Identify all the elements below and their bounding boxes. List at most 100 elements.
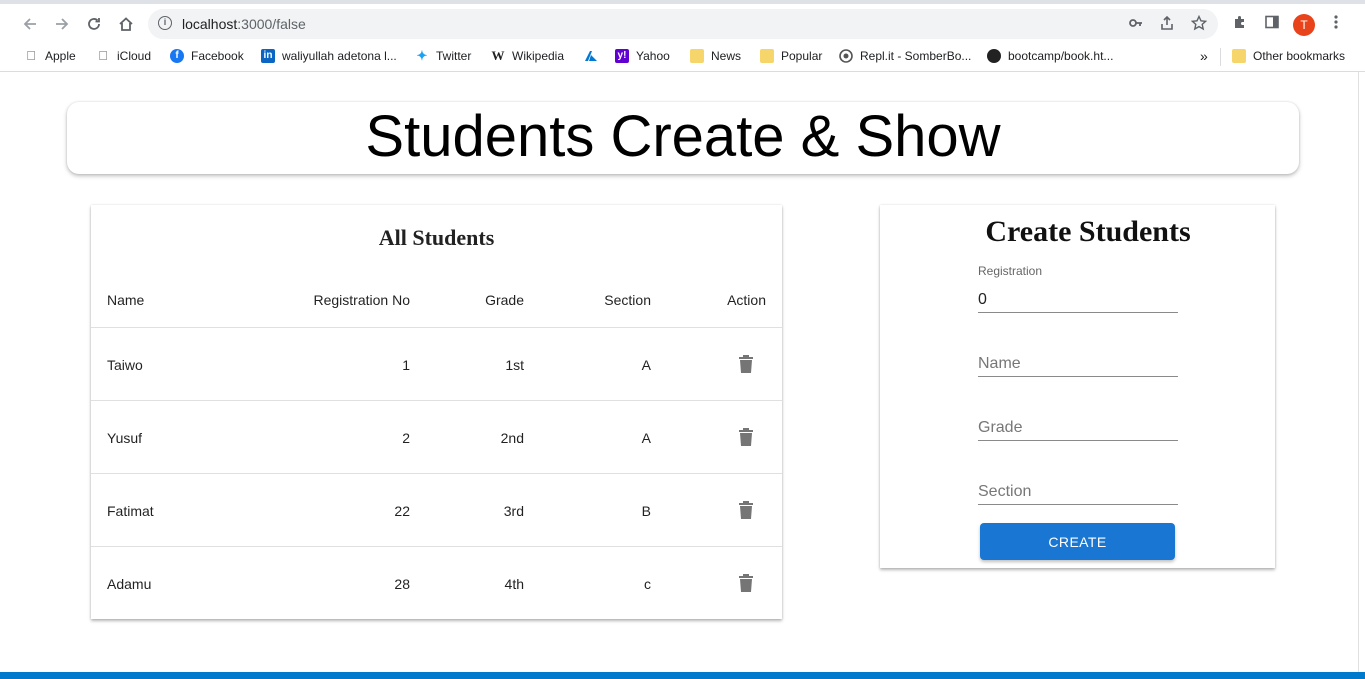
folder-icon xyxy=(760,49,774,63)
bookmark-azure[interactable] xyxy=(584,46,605,66)
back-arrow-icon[interactable] xyxy=(18,12,42,36)
bookmark-yahoo[interactable]: y! Yahoo xyxy=(615,46,670,66)
key-icon[interactable] xyxy=(1127,15,1145,33)
bookmark-label: News xyxy=(711,49,742,63)
facebook-icon: f xyxy=(170,49,184,63)
header-divider xyxy=(91,327,782,328)
bookmark-label: Wikipedia xyxy=(512,49,565,63)
cell-name: Yusuf xyxy=(107,430,143,446)
cell-grade: 3rd xyxy=(503,503,524,519)
folder-icon xyxy=(690,49,704,63)
cell-section: c xyxy=(644,576,651,592)
column-header-action: Action xyxy=(727,292,766,308)
form-title: Create Students xyxy=(985,215,1191,248)
bookmarks-overflow-button[interactable]: » xyxy=(1200,46,1208,66)
cell-section: A xyxy=(641,430,651,446)
create-student-card: Create Students Registration CREATE xyxy=(880,205,1275,568)
registration-field: Registration xyxy=(978,264,1178,313)
site-info-icon[interactable]: i xyxy=(158,16,172,30)
header-card: Students Create & Show xyxy=(67,102,1299,174)
forward-arrow-icon[interactable] xyxy=(50,12,74,36)
cell-grade: 4th xyxy=(504,576,524,592)
side-panel-icon[interactable] xyxy=(1262,14,1282,34)
row-divider xyxy=(91,546,782,547)
github-icon xyxy=(987,49,1001,63)
section-input[interactable] xyxy=(978,480,1178,504)
bookmark-twitter[interactable]: ✦ Twitter xyxy=(415,46,471,66)
bookmark-facebook[interactable]: f Facebook xyxy=(170,46,244,66)
cell-name: Taiwo xyxy=(107,357,143,373)
share-icon[interactable] xyxy=(1158,15,1176,33)
bookmark-news[interactable]: News xyxy=(690,46,741,66)
registration-input[interactable] xyxy=(978,288,1178,312)
bookmark-github[interactable]: bootcamp/book.ht... xyxy=(987,46,1113,66)
column-header-name: Name xyxy=(107,292,145,308)
star-icon[interactable] xyxy=(1190,14,1208,33)
create-button[interactable]: CREATE xyxy=(980,523,1175,560)
url-host: localhost xyxy=(182,16,238,32)
bookmark-linkedin[interactable]: in waliyullah adetona l... xyxy=(261,46,397,66)
delete-trash-icon[interactable] xyxy=(738,427,754,447)
cell-name: Adamu xyxy=(107,576,152,592)
grade-input[interactable] xyxy=(978,416,1178,440)
cell-grade: 1st xyxy=(505,357,524,373)
cell-name: Fatimat xyxy=(107,503,154,519)
bookmark-apple[interactable]:  Apple xyxy=(24,46,76,66)
bookmark-label: bootcamp/book.ht... xyxy=(1008,49,1114,63)
address-bar[interactable]: i localhost:3000/false xyxy=(148,9,1218,39)
home-icon[interactable] xyxy=(114,12,138,36)
bookmark-wikipedia[interactable]: W Wikipedia xyxy=(491,46,564,66)
bookmark-label: Apple xyxy=(45,49,76,63)
cell-registration: 2 xyxy=(402,430,410,446)
bookmark-label: waliyullah adetona l... xyxy=(282,49,397,63)
cell-registration: 1 xyxy=(402,357,410,373)
menu-dots-icon[interactable] xyxy=(1326,14,1346,34)
column-header-section: Section xyxy=(604,292,651,308)
row-divider xyxy=(91,400,782,401)
registration-label: Registration xyxy=(978,264,1043,278)
browser-toolbar: i localhost:3000/false T xyxy=(0,0,1365,42)
editor-status-bar xyxy=(0,672,1365,679)
bookmark-popular[interactable]: Popular xyxy=(760,46,822,66)
cell-section: A xyxy=(641,357,651,373)
azure-icon xyxy=(584,49,598,63)
apple-icon:  xyxy=(96,49,110,63)
grade-field xyxy=(978,416,1178,441)
extensions-icon[interactable] xyxy=(1230,14,1250,34)
folder-icon xyxy=(1232,49,1246,63)
url-text[interactable]: localhost:3000/false xyxy=(182,16,306,32)
name-input[interactable] xyxy=(978,352,1178,376)
yahoo-icon: y! xyxy=(615,49,629,63)
browser-chrome: i localhost:3000/false T  Apple  iCloud … xyxy=(0,0,1365,72)
bookmark-label: Twitter xyxy=(436,49,472,63)
bookmark-label: iCloud xyxy=(117,49,152,63)
table-title: All Students xyxy=(378,225,495,250)
wikipedia-icon: W xyxy=(491,48,505,63)
bookmark-replit[interactable]: Repl.it - SomberBo... xyxy=(839,46,971,66)
bookmark-label: Other bookmarks xyxy=(1253,49,1346,63)
url-path: :3000/false xyxy=(237,16,306,32)
row-divider xyxy=(91,473,782,474)
profile-avatar[interactable]: T xyxy=(1293,14,1315,36)
column-header-registration: Registration No xyxy=(313,292,411,308)
column-header-grade: Grade xyxy=(485,292,524,308)
bookmarks-bar:  Apple  iCloud f Facebook in waliyullah ad… xyxy=(0,42,1365,72)
bookmark-other[interactable]: Other bookmarks xyxy=(1232,46,1345,66)
apple-icon:  xyxy=(24,49,38,63)
bookmark-label: Repl.it - SomberBo... xyxy=(860,49,972,63)
students-table-card: All Students Name Registration No Grade … xyxy=(91,205,782,619)
bookmark-label: Facebook xyxy=(191,49,244,63)
bookmarks-divider xyxy=(1220,48,1221,66)
bookmark-icloud[interactable]:  iCloud xyxy=(96,46,151,66)
replit-icon xyxy=(839,49,853,63)
cell-grade: 2nd xyxy=(500,430,524,446)
delete-trash-icon[interactable] xyxy=(738,500,754,520)
delete-trash-icon[interactable] xyxy=(738,573,754,593)
name-field xyxy=(978,352,1178,377)
cell-section: B xyxy=(641,503,651,519)
delete-trash-icon[interactable] xyxy=(738,354,754,374)
page-title: Students Create & Show xyxy=(365,104,1001,169)
window-edge-left xyxy=(0,72,8,679)
reload-icon[interactable] xyxy=(82,12,106,36)
section-field xyxy=(978,480,1178,505)
